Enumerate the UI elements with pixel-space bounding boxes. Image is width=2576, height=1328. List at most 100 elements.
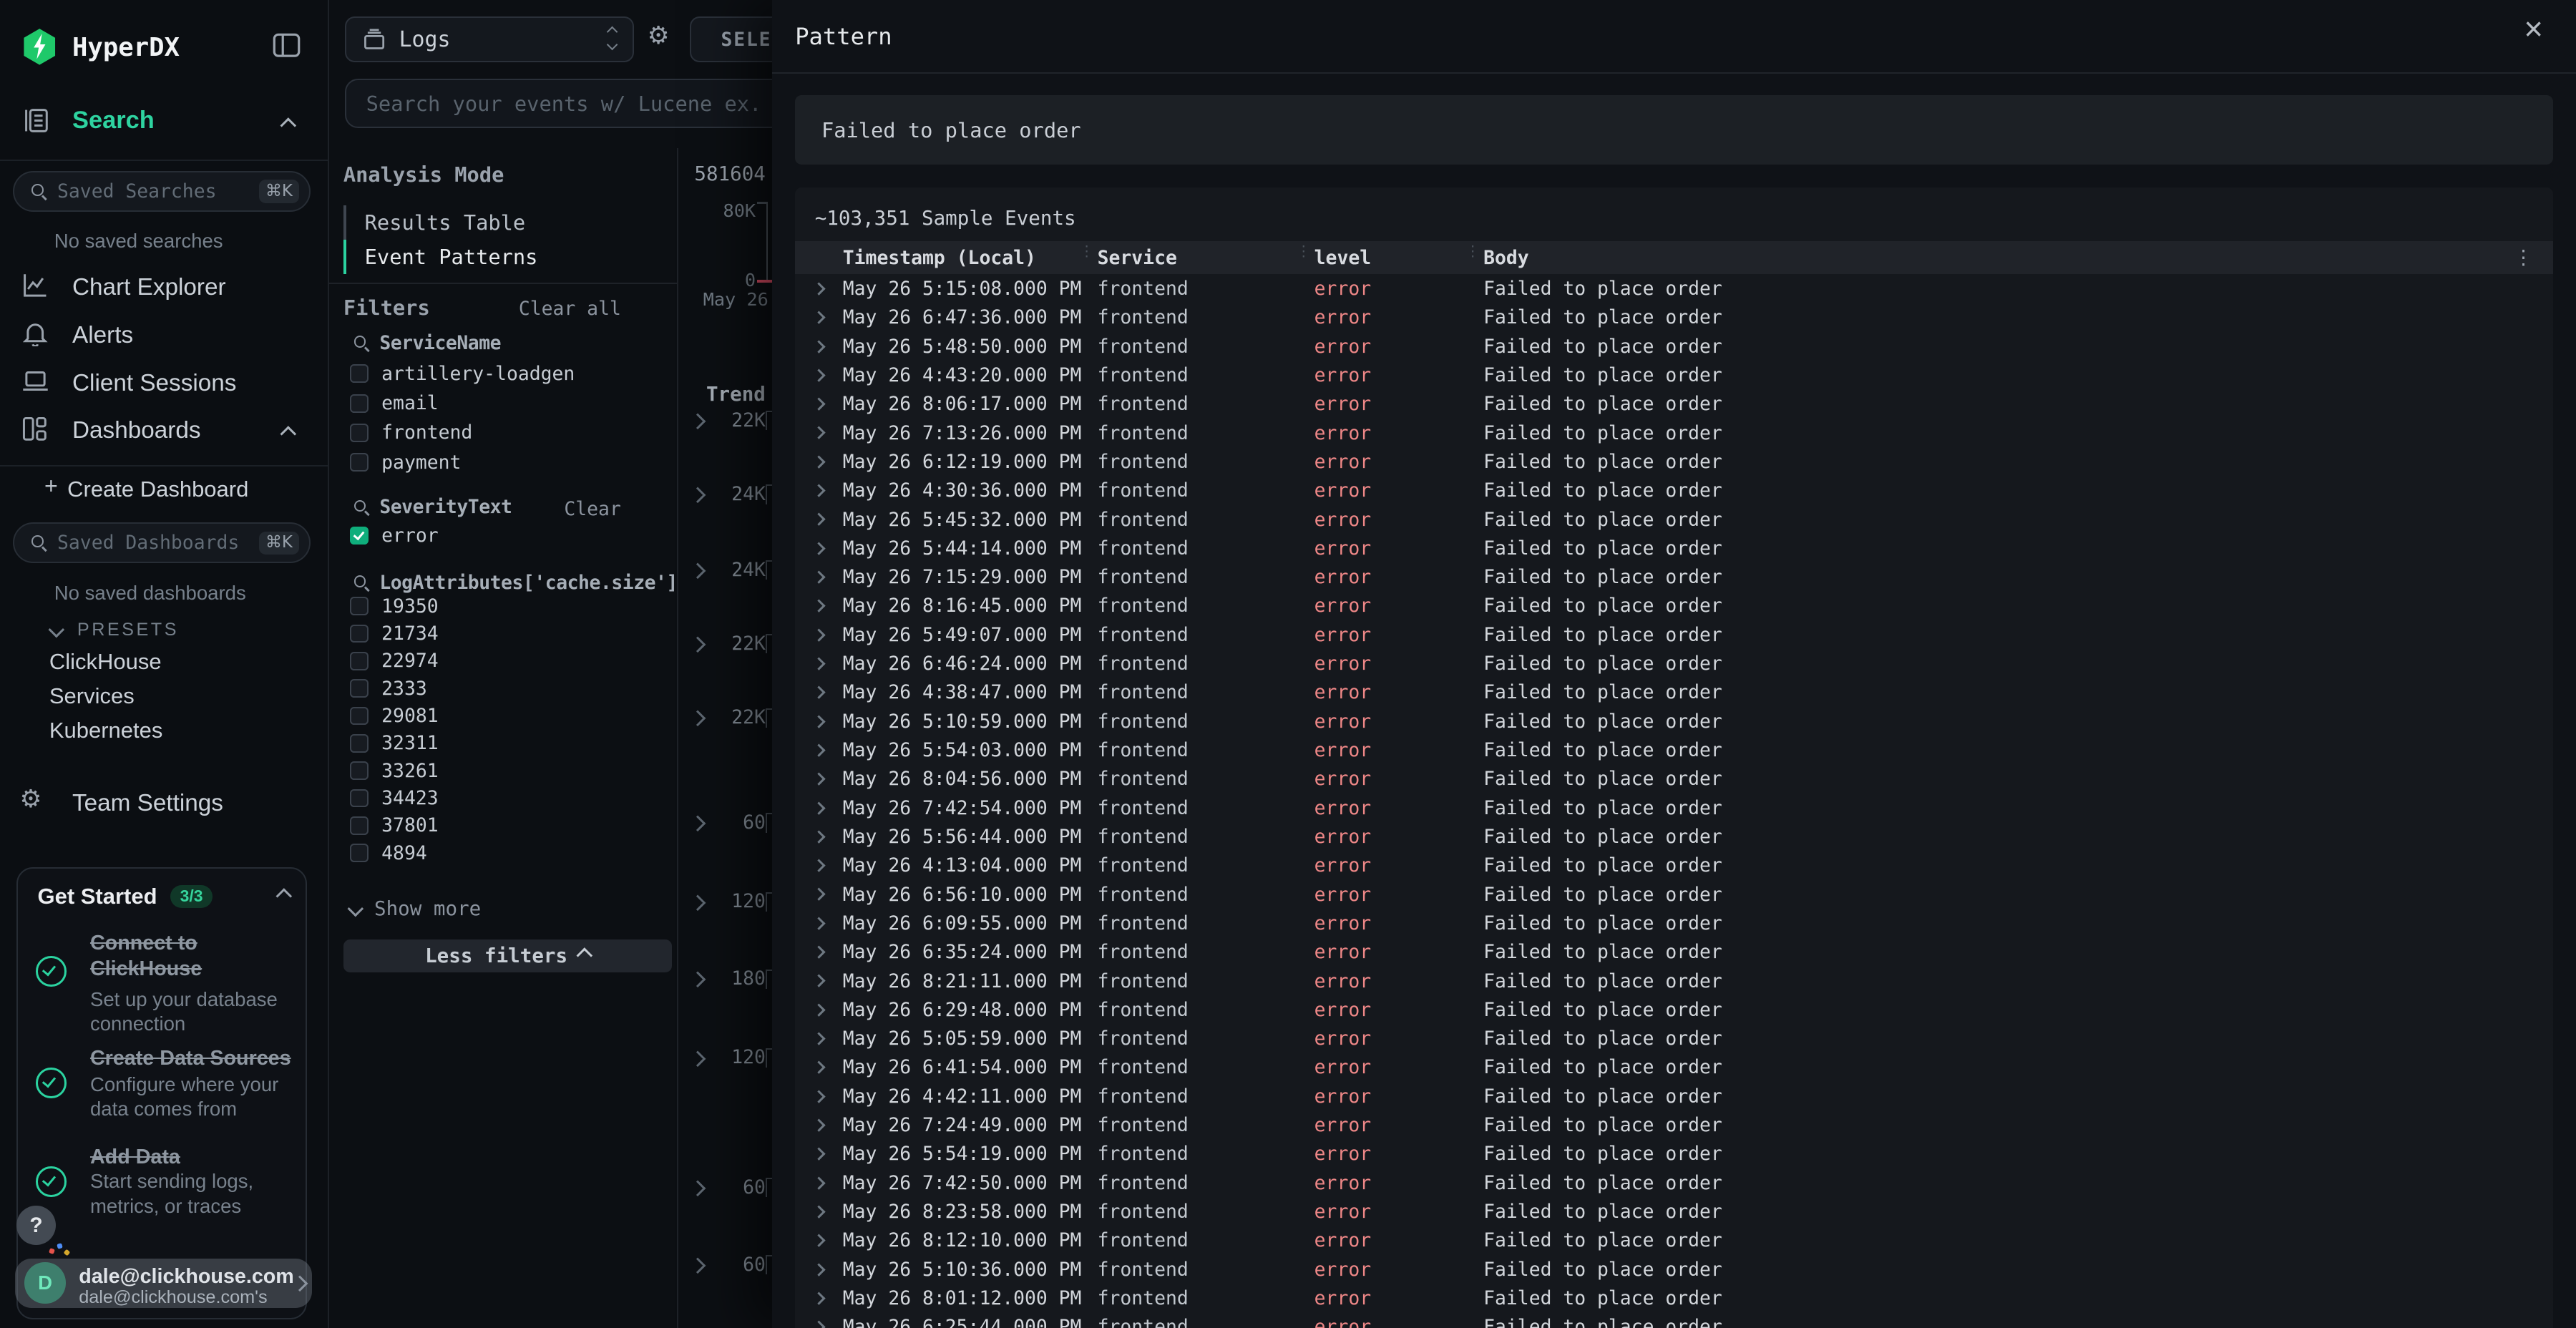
checkbox[interactable] [350, 652, 369, 670]
show-more-button[interactable]: Show more [350, 897, 481, 920]
help-button[interactable]: ? [16, 1206, 56, 1245]
sample-event-row[interactable]: May 26 8:04:56.000 PMfrontenderrorFailed… [795, 765, 2553, 794]
sample-event-row[interactable]: May 26 6:12:19.000 PMfrontenderrorFailed… [795, 447, 2553, 476]
sample-event-row[interactable]: May 26 4:43:20.000 PMfrontenderrorFailed… [795, 361, 2553, 389]
sidebar-item-chart-explorer[interactable]: Chart Explorer [0, 271, 328, 308]
cache-size-option-4894[interactable]: 4894 [350, 841, 427, 864]
expand-chevron-icon[interactable] [795, 428, 843, 437]
col-level[interactable]: level [1299, 247, 1468, 269]
chevron-right-icon[interactable] [689, 414, 705, 429]
checkbox[interactable] [350, 364, 369, 383]
sample-event-row[interactable]: May 26 5:48:50.000 PMfrontenderrorFailed… [795, 332, 2553, 361]
expand-chevron-icon[interactable] [795, 1207, 843, 1216]
col-service[interactable]: Service [1083, 247, 1299, 269]
sample-event-row[interactable]: May 26 7:13:26.000 PMfrontenderrorFailed… [795, 419, 2553, 447]
chevron-right-icon[interactable] [689, 894, 705, 910]
expand-chevron-icon[interactable] [795, 457, 843, 467]
sample-event-row[interactable]: May 26 5:56:44.000 PMfrontenderrorFailed… [795, 822, 2553, 851]
expand-chevron-icon[interactable] [795, 342, 843, 351]
expand-chevron-icon[interactable] [795, 572, 843, 582]
chevron-right-icon[interactable] [689, 563, 705, 579]
servicename-option-artillery-loadgen[interactable]: artillery-loadgen [350, 362, 575, 385]
chevron-right-icon[interactable] [689, 1258, 705, 1274]
col-body[interactable]: Body [1468, 247, 2552, 269]
expand-chevron-icon[interactable] [795, 688, 843, 697]
expand-chevron-icon[interactable] [795, 774, 843, 783]
sidebar-item-alerts[interactable]: Alerts [0, 318, 328, 355]
sample-event-row[interactable]: May 26 7:24:49.000 PMfrontenderrorFailed… [795, 1110, 2553, 1139]
sidebar-preset-kubernetes[interactable]: Kubernetes [49, 718, 162, 743]
chevron-right-icon[interactable] [689, 972, 705, 987]
expand-chevron-icon[interactable] [795, 1236, 843, 1245]
cache-size-option-32311[interactable]: 32311 [350, 732, 439, 755]
source-select[interactable]: Logs [345, 16, 634, 62]
sample-event-row[interactable]: May 26 6:46:24.000 PMfrontenderrorFailed… [795, 649, 2553, 678]
sample-event-row[interactable]: May 26 4:30:36.000 PMfrontenderrorFailed… [795, 477, 2553, 505]
sample-event-row[interactable]: May 26 4:42:11.000 PMfrontenderrorFailed… [795, 1082, 2553, 1110]
severity-option-error[interactable]: error [350, 524, 439, 547]
sidebar-item-team-settings[interactable]: ⚙ Team Settings [0, 785, 328, 821]
sample-event-row[interactable]: May 26 6:29:48.000 PMfrontenderrorFailed… [795, 995, 2553, 1024]
presets-toggle[interactable]: PRESETS [0, 617, 328, 647]
expand-chevron-icon[interactable] [795, 1294, 843, 1303]
sample-event-row[interactable]: May 26 7:42:50.000 PMfrontenderrorFailed… [795, 1168, 2553, 1197]
col-timestamp[interactable]: Timestamp (Local) [843, 247, 1083, 269]
sample-event-row[interactable]: May 26 6:47:36.000 PMfrontenderrorFailed… [795, 303, 2553, 332]
sample-event-row[interactable]: May 26 6:25:44.000 PMfrontenderrorFailed… [795, 1313, 2553, 1328]
sample-event-row[interactable]: May 26 5:10:36.000 PMfrontenderrorFailed… [795, 1255, 2553, 1284]
checkbox[interactable] [350, 844, 369, 862]
get-started-item-title[interactable]: Add Data [90, 1145, 297, 1171]
saved-searches-input[interactable]: ⌘K [13, 171, 311, 212]
sample-event-row[interactable]: May 26 5:45:32.000 PMfrontenderrorFailed… [795, 505, 2553, 534]
chevron-right-icon[interactable] [689, 816, 705, 831]
sample-event-row[interactable]: May 26 7:15:29.000 PMfrontenderrorFailed… [795, 563, 2553, 592]
cache-size-option-37801[interactable]: 37801 [350, 814, 439, 837]
sample-event-row[interactable]: May 26 7:42:54.000 PMfrontenderrorFailed… [795, 794, 2553, 822]
cache-size-option-22974[interactable]: 22974 [350, 650, 439, 673]
sample-event-row[interactable]: May 26 5:10:59.000 PMfrontenderrorFailed… [795, 707, 2553, 736]
expand-chevron-icon[interactable] [795, 889, 843, 899]
less-filters-button[interactable]: Less filters [343, 939, 672, 972]
sidebar-item-search[interactable]: Search [0, 104, 328, 147]
sample-event-row[interactable]: May 26 8:01:12.000 PMfrontenderrorFailed… [795, 1284, 2553, 1312]
create-dashboard-button[interactable]: + Create Dashboard [0, 473, 328, 506]
checkbox[interactable] [350, 679, 369, 698]
get-started-item-title[interactable]: Connect to ClickHouse [90, 931, 297, 982]
sample-event-row[interactable]: May 26 5:05:59.000 PMfrontenderrorFailed… [795, 1025, 2553, 1053]
saved-dashboards-field[interactable] [47, 532, 259, 554]
sample-event-row[interactable]: May 26 5:15:08.000 PMfrontenderrorFailed… [795, 274, 2553, 303]
cache-size-option-34423[interactable]: 34423 [350, 787, 439, 810]
mode-event-patterns[interactable]: Event Patterns [343, 240, 538, 274]
user-menu[interactable]: D dale@clickhouse.com dale@clickhouse.co… [15, 1259, 313, 1308]
checkbox[interactable] [350, 761, 369, 780]
expand-chevron-icon[interactable] [795, 399, 843, 409]
checkbox[interactable] [350, 734, 369, 753]
expand-chevron-icon[interactable] [795, 947, 843, 957]
sample-event-row[interactable]: May 26 6:09:55.000 PMfrontenderrorFailed… [795, 909, 2553, 937]
expand-chevron-icon[interactable] [795, 284, 843, 293]
cache-size-option-21734[interactable]: 21734 [350, 622, 439, 645]
expand-chevron-icon[interactable] [795, 1005, 843, 1015]
sample-event-row[interactable]: May 26 4:38:47.000 PMfrontenderrorFailed… [795, 678, 2553, 707]
chevron-right-icon[interactable] [689, 487, 705, 503]
chevron-right-icon[interactable] [689, 1181, 705, 1196]
checkbox[interactable] [350, 424, 369, 442]
expand-chevron-icon[interactable] [795, 1063, 843, 1072]
chevron-right-icon[interactable] [689, 711, 705, 726]
expand-chevron-icon[interactable] [795, 919, 843, 928]
expand-chevron-icon[interactable] [795, 1149, 843, 1158]
sidebar-item-client-sessions[interactable]: Client Sessions [0, 366, 328, 403]
servicename-option-payment[interactable]: payment [350, 451, 461, 474]
saved-dashboards-input[interactable]: ⌘K [13, 522, 311, 563]
expand-chevron-icon[interactable] [795, 1322, 843, 1328]
get-started-item-title[interactable]: Create Data Sources [90, 1046, 297, 1072]
chevron-right-icon[interactable] [689, 637, 705, 653]
sidebar-preset-services[interactable]: Services [49, 683, 135, 709]
servicename-option-frontend[interactable]: frontend [350, 421, 472, 444]
expand-chevron-icon[interactable] [795, 630, 843, 640]
expand-chevron-icon[interactable] [795, 717, 843, 726]
saved-searches-field[interactable] [47, 180, 259, 202]
sidebar-collapse-icon[interactable] [273, 33, 301, 57]
checkbox[interactable] [350, 394, 369, 413]
checkbox[interactable] [350, 789, 369, 808]
